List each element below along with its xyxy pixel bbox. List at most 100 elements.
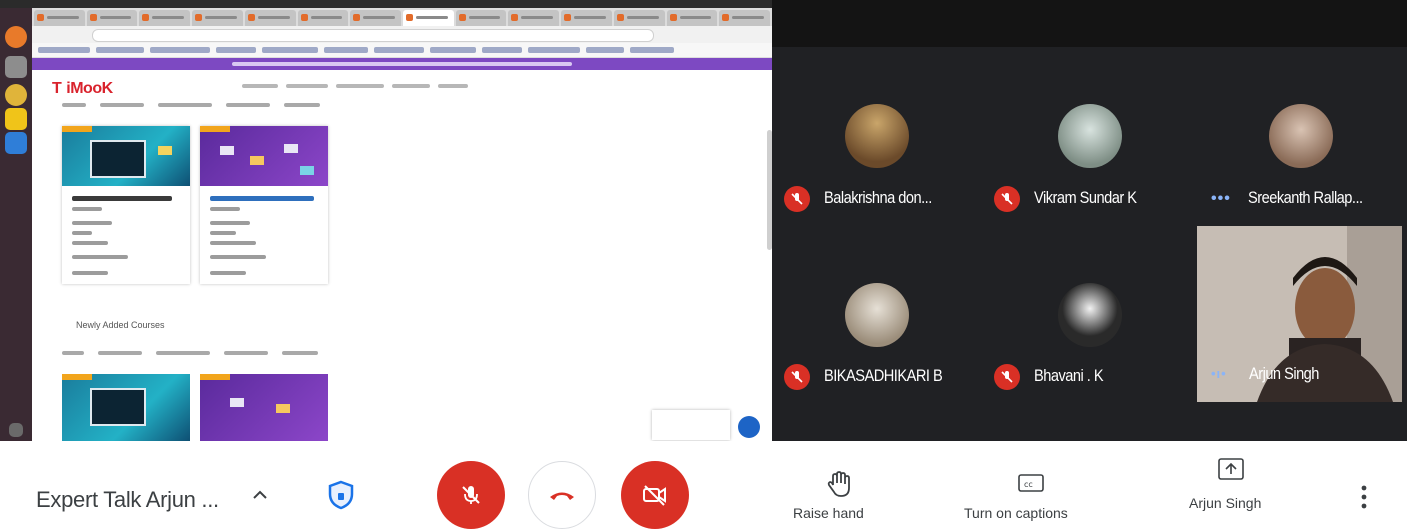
browser-tab[interactable] (297, 10, 349, 26)
app-grid-icon[interactable] (9, 423, 23, 437)
raise-hand-icon[interactable] (824, 469, 854, 499)
os-launcher-dock (0, 8, 32, 441)
filter-dropdown[interactable] (156, 351, 210, 355)
presenter-label: Arjun Singh (1189, 495, 1262, 511)
filter-label (62, 103, 86, 107)
browser-tab-active[interactable] (403, 10, 454, 26)
bookmark[interactable] (96, 47, 144, 53)
bookmark[interactable] (528, 47, 580, 53)
mic-off-icon (994, 186, 1020, 212)
course-thumbnail (62, 126, 190, 186)
participant-name: BIKASADHIKARI B (824, 366, 943, 385)
filter-dropdown[interactable] (284, 103, 320, 107)
site-nav-link[interactable] (336, 84, 384, 88)
bookmark[interactable] (430, 47, 476, 53)
course-filter-row (62, 102, 320, 108)
bookmark[interactable] (150, 47, 210, 53)
bookmark[interactable] (216, 47, 256, 53)
website-content: TiMooK Newly Added Courses (32, 70, 772, 441)
site-logo[interactable]: TiMooK (52, 80, 113, 98)
camera-off-icon (643, 485, 666, 506)
browser-toolbar (32, 26, 772, 43)
bookmark[interactable] (630, 47, 674, 53)
site-nav-link[interactable] (242, 84, 278, 88)
address-bar[interactable] (92, 29, 654, 42)
participant-avatar (845, 283, 909, 347)
filter-label (62, 351, 84, 355)
filter-dropdown[interactable] (226, 103, 270, 107)
svg-text:cc: cc (1024, 480, 1033, 489)
mic-off-icon (784, 186, 810, 212)
bookmark[interactable] (324, 47, 368, 53)
notes-icon[interactable] (5, 108, 27, 130)
chat-widget-button[interactable] (738, 416, 760, 438)
browser-tab[interactable] (350, 10, 402, 26)
participant-avatar (1058, 104, 1122, 168)
browser-tab[interactable] (34, 10, 85, 26)
participant-video-tile: •ı• Arjun Singh (1197, 226, 1402, 402)
browser-tab[interactable] (613, 10, 665, 26)
participant-name: Arjun Singh (1249, 364, 1319, 383)
bookmark[interactable] (374, 47, 424, 53)
filter-dropdown[interactable] (224, 351, 268, 355)
browser-tab[interactable] (719, 10, 771, 26)
site-nav-link[interactable] (286, 84, 328, 88)
browser-tab[interactable] (666, 10, 718, 26)
course-card[interactable] (200, 126, 328, 284)
browser-tab[interactable] (139, 10, 191, 26)
course-filter-row (62, 350, 318, 356)
hang-up-icon (550, 492, 574, 500)
participant-avatar (845, 104, 909, 168)
bookmarks-bar (32, 43, 772, 58)
bookmark[interactable] (482, 47, 522, 53)
filter-dropdown[interactable] (158, 103, 212, 107)
zoom-icon[interactable] (5, 132, 27, 154)
participant-name: Sreekanth Rallap... (1248, 188, 1363, 207)
present-icon[interactable] (1218, 458, 1244, 480)
captions-icon[interactable]: cc (1018, 474, 1044, 492)
browser-tab[interactable] (455, 10, 507, 26)
shield-icon[interactable] (328, 480, 354, 510)
mic-off-button[interactable] (437, 461, 505, 529)
filter-dropdown[interactable] (100, 103, 144, 107)
more-options-icon[interactable] (1360, 484, 1368, 510)
camera-off-button[interactable] (621, 461, 689, 529)
filter-dropdown[interactable] (282, 351, 318, 355)
chrome-icon[interactable] (5, 84, 27, 106)
speaking-indicator-icon: •ı• (1211, 366, 1227, 381)
browser-tab[interactable] (86, 10, 138, 26)
shared-screen: TiMooK Newly Added Courses (0, 0, 772, 441)
firefox-icon[interactable] (5, 26, 27, 48)
chevron-up-icon[interactable] (250, 485, 270, 505)
mic-off-icon (994, 364, 1020, 390)
bookmark[interactable] (586, 47, 624, 53)
leave-call-button[interactable] (528, 461, 596, 529)
participant-avatar (1269, 104, 1333, 168)
browser-tab[interactable] (244, 10, 296, 26)
browser-tab[interactable] (561, 10, 612, 26)
course-thumbnail (200, 126, 328, 186)
browser-tab[interactable] (192, 10, 243, 26)
section-heading: Newly Added Courses (76, 320, 165, 330)
course-card[interactable] (200, 374, 328, 441)
filter-dropdown[interactable] (98, 351, 142, 355)
meeting-title[interactable]: Expert Talk Arjun ... (36, 487, 219, 513)
browser-tab-strip (32, 8, 772, 26)
site-nav (242, 84, 468, 88)
captions-label: Turn on captions (964, 505, 1068, 521)
participant-name: Bhavani . K (1034, 366, 1104, 385)
site-announcement-banner (32, 58, 772, 70)
site-nav-link[interactable] (392, 84, 430, 88)
course-card[interactable] (62, 374, 190, 441)
raise-hand-label: Raise hand (793, 505, 864, 521)
chat-widget-popup[interactable] (652, 410, 730, 440)
bookmark[interactable] (262, 47, 318, 53)
browser-tab[interactable] (508, 10, 560, 26)
files-icon[interactable] (5, 56, 27, 78)
site-nav-link[interactable] (438, 84, 468, 88)
mic-off-icon (462, 486, 480, 504)
system-top-bar (0, 0, 772, 8)
bookmark[interactable] (38, 47, 90, 53)
speaking-indicator-icon: ••• (1211, 190, 1231, 207)
course-card[interactable] (62, 126, 190, 284)
